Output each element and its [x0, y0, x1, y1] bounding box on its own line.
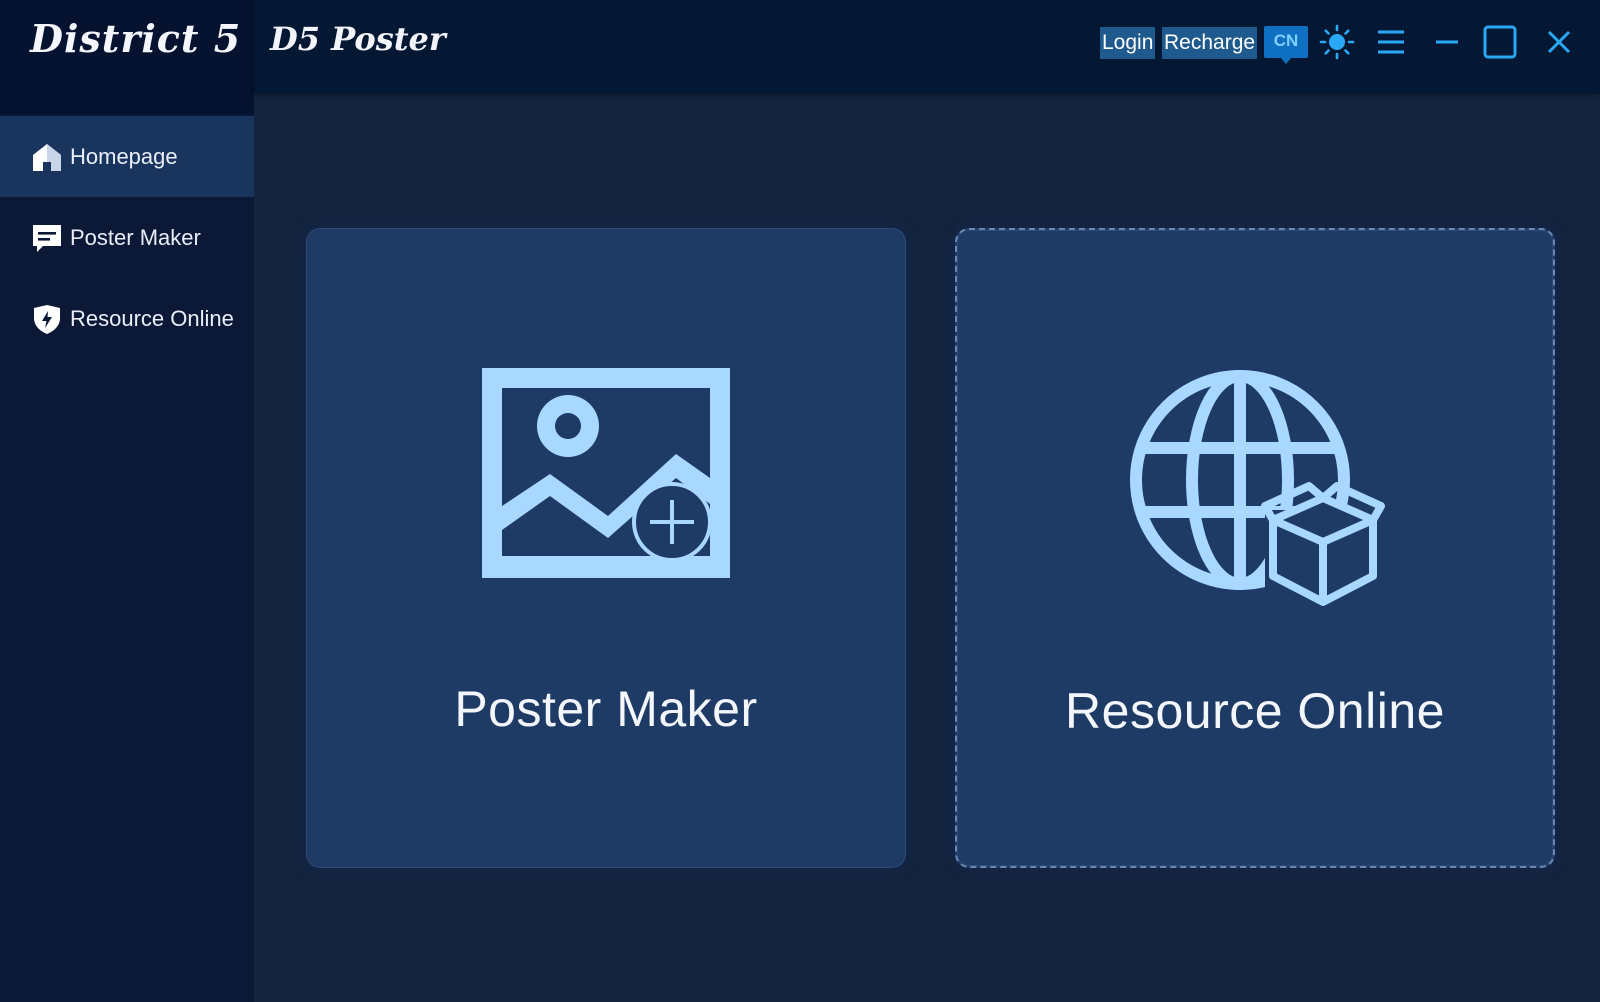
brand-logo: District 5	[30, 16, 242, 61]
app-window: District 5 Homepage Poster Maker Resourc…	[0, 0, 1600, 1002]
app-title: D5 Poster	[270, 20, 446, 58]
resource-online-card-label: Resource Online	[1065, 683, 1445, 739]
minimize-icon[interactable]	[1427, 22, 1467, 62]
poster-maker-card-label: Poster Maker	[454, 681, 758, 737]
menu-icon[interactable]	[1371, 22, 1411, 62]
maximize-icon[interactable]	[1480, 22, 1520, 62]
title-bar: D5 Poster Login Recharge CN	[254, 0, 1600, 94]
login-button[interactable]: Login	[1100, 27, 1156, 59]
sidebar-item-resource-online[interactable]: Resource Online	[0, 278, 254, 359]
language-toggle-button[interactable]: CN	[1264, 26, 1308, 58]
sidebar-item-poster-maker[interactable]: Poster Maker	[0, 197, 254, 278]
sidebar-item-label: Poster Maker	[70, 224, 201, 250]
close-icon[interactable]	[1539, 22, 1579, 62]
shield-icon	[30, 302, 64, 336]
resource-online-card[interactable]: Resource Online	[955, 228, 1555, 868]
add-image-icon	[306, 366, 906, 580]
message-icon	[30, 221, 64, 255]
recharge-button[interactable]: Recharge	[1162, 27, 1258, 59]
sidebar-nav: Homepage Poster Maker Resource Online	[0, 116, 254, 359]
sidebar-item-label: Resource Online	[70, 305, 234, 331]
sidebar: District 5 Homepage Poster Maker Resourc…	[0, 0, 254, 1002]
language-toggle-tail	[1280, 57, 1292, 64]
poster-maker-card[interactable]: Poster Maker	[306, 228, 906, 868]
home-icon	[30, 140, 64, 174]
sidebar-item-homepage[interactable]: Homepage	[0, 116, 254, 197]
globe-box-icon	[957, 370, 1553, 610]
sidebar-item-label: Homepage	[70, 143, 178, 169]
sun-icon[interactable]	[1317, 22, 1357, 62]
brand-header: District 5	[0, 0, 254, 114]
